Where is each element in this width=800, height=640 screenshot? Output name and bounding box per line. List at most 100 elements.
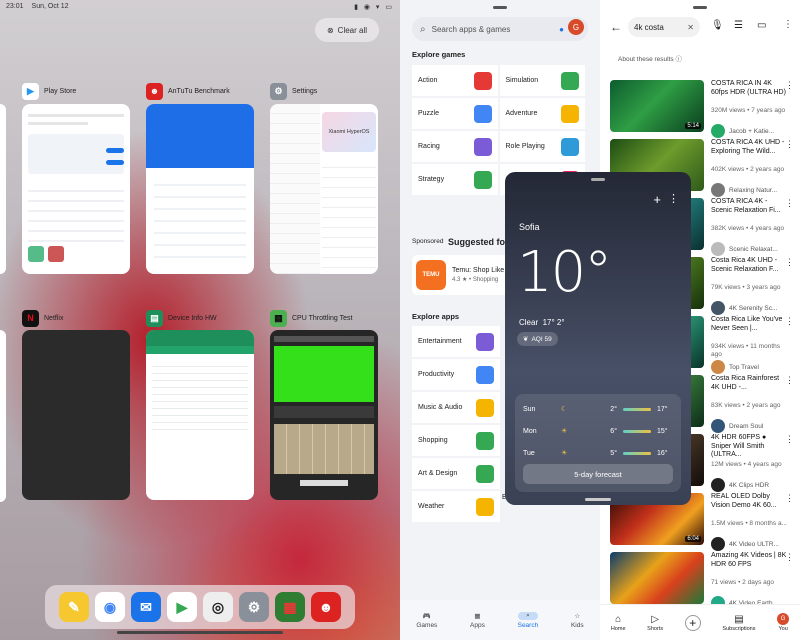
video-more-icon[interactable]: ⋮ <box>785 257 794 268</box>
nav-shorts[interactable]: ▷ Shorts <box>647 614 663 632</box>
game-category-3[interactable]: Adventure <box>499 98 585 129</box>
notes-icon[interactable]: ✎ <box>59 592 89 622</box>
mic-icon[interactable]: 🎙 <box>711 20 724 31</box>
camera-icon[interactable]: ◎ <box>203 592 233 622</box>
chrome-icon[interactable]: ◉ <box>95 592 125 622</box>
recent-card-cpu-throttling[interactable] <box>270 330 378 500</box>
game-category-0[interactable]: Action <box>412 65 498 96</box>
video-more-icon[interactable]: ⋮ <box>785 493 794 504</box>
video-title[interactable]: Costa Rica Like You've Never Seen |... <box>711 316 787 333</box>
video-more-icon[interactable]: ⋮ <box>785 198 794 209</box>
app-category-3[interactable]: Shopping <box>412 425 500 456</box>
cpu-throttling-icon[interactable]: ▦ <box>275 592 305 622</box>
clear-all-button[interactable]: ⊗ Clear all <box>315 18 379 42</box>
recent-card-netflix[interactable] <box>22 330 130 500</box>
app-category-1[interactable]: Productivity <box>412 359 500 390</box>
nav-kids[interactable]: ☆ Kids <box>571 612 584 629</box>
video-thumbnail[interactable] <box>610 552 704 604</box>
video-thumbnail[interactable]: 5:14 <box>610 80 704 132</box>
video-title[interactable]: Amazing 4K Videos | 8K HDR 60 FPS <box>711 552 787 569</box>
video-title[interactable]: COSTA RICA 4K - Scenic Relaxation Fi... <box>711 198 787 215</box>
partial-card[interactable] <box>0 330 6 502</box>
settings-icon[interactable]: ⚙ <box>239 592 269 622</box>
channel[interactable]: Relaxing Natur... <box>711 183 777 197</box>
channel[interactable]: Jacob + Katie... <box>711 124 774 138</box>
play-bottom-nav: 🎮 Games ▦ Apps ⌕ Search ☆ Kids <box>400 600 600 640</box>
nav-games[interactable]: 🎮 Games <box>416 612 437 629</box>
yt-search-box[interactable]: 4k costa ✕ <box>628 17 700 37</box>
window-home-bar[interactable] <box>585 498 611 501</box>
messages-icon[interactable]: ✉ <box>131 592 161 622</box>
partial-card[interactable] <box>0 104 6 274</box>
window-handle[interactable] <box>591 178 605 181</box>
cast-icon[interactable]: ▭ <box>757 20 766 31</box>
video-title[interactable]: REAL OLED Dolby Vision Demo 4K 60... <box>711 493 787 510</box>
play-store-icon[interactable]: ▶ <box>167 592 197 622</box>
mic-icon[interactable]: ● <box>559 25 564 34</box>
five-day-forecast-button[interactable]: 5-day forecast <box>523 464 673 484</box>
video-more-icon[interactable]: ⋮ <box>785 552 794 563</box>
video-title[interactable]: COSTA RICA IN 4K 60fps HDR (ULTRA HD) <box>711 80 787 97</box>
channel[interactable]: 4K Clips HDR <box>711 478 769 492</box>
nav-apps[interactable]: ▦ Apps <box>470 612 485 629</box>
recent-card-settings[interactable]: Xiaomi HyperOS <box>270 104 378 274</box>
app-category-5[interactable]: Weather <box>412 491 500 522</box>
nav-create[interactable]: + <box>684 614 701 631</box>
app-category-4[interactable]: Art & Design <box>412 458 500 489</box>
video-title[interactable]: COSTA RICA 4K UHD - Exploring The Wild..… <box>711 139 787 156</box>
channel[interactable]: Top Travel <box>711 360 759 374</box>
card-header-cpu-throttling[interactable]: ▦ CPU Throttling Test <box>270 308 352 328</box>
account-avatar[interactable]: G <box>568 19 584 35</box>
video-meta: 382K views • 4 years ago <box>711 225 785 232</box>
back-arrow-icon[interactable]: ← <box>610 20 622 34</box>
video-title[interactable]: Costa Rica 4K UHD - Scenic Relaxation F.… <box>711 257 787 274</box>
card-header-antutu[interactable]: ☻ AnTuTu Benchmark <box>146 81 230 101</box>
channel[interactable]: Dream Soul <box>711 419 763 433</box>
aqi-badge[interactable]: ❦ AQI 59 <box>517 332 558 346</box>
card-header-play-store[interactable]: ▶ Play Store <box>22 81 76 101</box>
video-more-icon[interactable]: ⋮ <box>785 434 794 445</box>
game-category-2[interactable]: Puzzle <box>412 98 498 129</box>
channel[interactable]: Scenic Relaxat... <box>711 242 778 256</box>
card-header-device-info[interactable]: ▤ Device Info HW <box>146 308 217 328</box>
filter-icon[interactable]: ☰ <box>734 20 743 31</box>
channel[interactable]: 4K Serenity Sc... <box>711 301 777 315</box>
add-icon[interactable]: + <box>653 192 661 207</box>
video-more-icon[interactable]: ⋮ <box>785 139 794 150</box>
recent-card-antutu[interactable] <box>146 104 254 274</box>
recent-card-device-info[interactable] <box>146 330 254 500</box>
nav-subscriptions[interactable]: ▤ Subscriptions <box>722 614 755 632</box>
nav-home[interactable]: ⌂ Home <box>611 614 626 632</box>
clear-icon[interactable]: ✕ <box>687 23 694 32</box>
window-handle[interactable] <box>693 6 707 9</box>
window-handle[interactable] <box>493 6 507 9</box>
video-more-icon[interactable]: ⋮ <box>785 316 794 327</box>
search-bar[interactable]: ⌕ Search apps & games ● G <box>412 17 588 41</box>
game-category-5[interactable]: Role Playing <box>499 131 585 162</box>
weather-floating-window[interactable]: + ⋮ Sofia 10° Clear 17° 2° ❦ AQI 59 Sun ☾ 2… <box>505 172 691 505</box>
card-header-netflix[interactable]: N Netflix <box>22 308 63 328</box>
recents-screen: 23:01 Sun, Oct 12 ▮ ◉ ▾ ▭ ⊗ Clear all ▶ … <box>0 0 400 640</box>
app-category-0[interactable]: Entertainment <box>412 326 500 357</box>
video-title[interactable]: Costa Rica Rainforest 4K UHD -... <box>711 375 787 392</box>
game-category-6[interactable]: Strategy <box>412 164 498 195</box>
nav-you[interactable]: G You <box>777 613 790 632</box>
home-indicator[interactable] <box>117 631 283 634</box>
nav-search[interactable]: ⌕ Search <box>518 611 538 629</box>
game-category-1[interactable]: Simulation <box>499 65 585 96</box>
video-more-icon[interactable]: ⋮ <box>785 80 794 91</box>
video-item[interactable]: 5:14 COSTA RICA IN 4K 60fps HDR (ULTRA HD… <box>610 80 796 148</box>
sponsored-label: Sponsored <box>412 238 444 245</box>
antutu-icon[interactable]: ☻ <box>311 592 341 622</box>
card-header-settings[interactable]: ⚙ Settings <box>270 81 317 101</box>
video-more-icon[interactable]: ⋮ <box>785 375 794 386</box>
more-icon[interactable]: ⋮ <box>783 19 793 30</box>
video-title[interactable]: 4K HDR 60FPS ● Sniper Will Smith (ULTRA.… <box>711 434 787 460</box>
about-results[interactable]: About these results ⓘ <box>618 53 682 63</box>
temp-range-bar <box>623 407 651 411</box>
game-category-4[interactable]: Racing <box>412 131 498 162</box>
recent-card-play-store[interactable] <box>22 104 130 274</box>
channel[interactable]: 4K Video ULTR... <box>711 537 779 551</box>
app-category-2[interactable]: Music & Audio <box>412 392 500 423</box>
more-icon[interactable]: ⋮ <box>668 192 679 205</box>
